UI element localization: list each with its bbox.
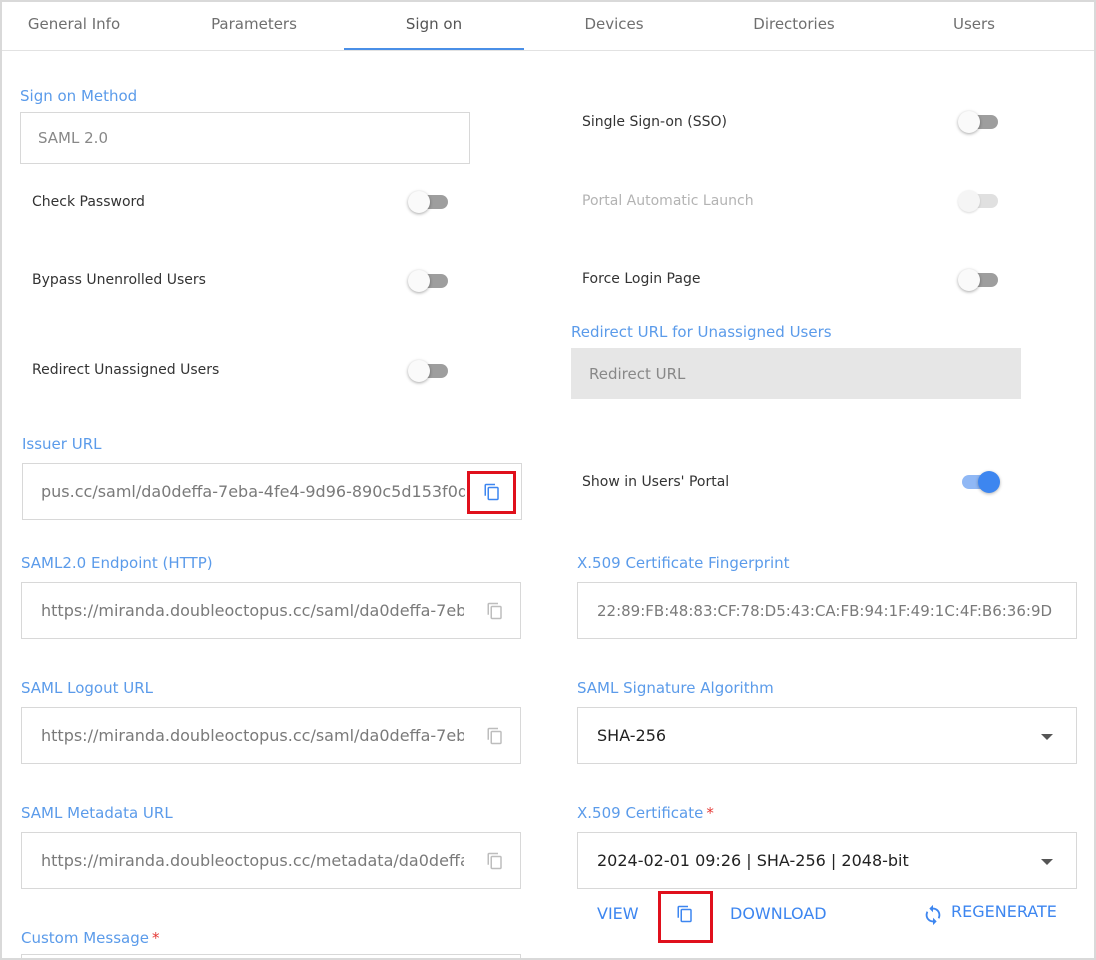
certificate-value: 2024-02-01 09:26 | SHA-256 | 2048-bit (597, 851, 909, 870)
metadata-url-value: https://miranda.doubleoctopus.cc/metadat… (41, 851, 464, 870)
custom-message-label-text: Custom Message (21, 929, 149, 947)
chevron-down-icon (1041, 734, 1053, 740)
redirect-url-placeholder: Redirect URL (589, 364, 686, 383)
show-in-portal-toggle[interactable] (958, 470, 1000, 494)
saml-endpoint-field[interactable]: https://miranda.doubleoctopus.cc/saml/da… (21, 582, 521, 639)
show-in-portal-label: Show in Users' Portal (582, 474, 730, 490)
portal-auto-launch-label: Portal Automatic Launch (582, 193, 754, 209)
redirect-url-field[interactable]: Redirect URL (571, 348, 1021, 399)
redirect-unassigned-label: Redirect Unassigned Users (32, 362, 220, 378)
bypass-unenrolled-toggle[interactable] (408, 269, 450, 293)
metadata-url-label: SAML Metadata URL (21, 804, 173, 822)
fingerprint-value: 22:89:FB:48:83:CF:78:D5:43:CA:FB:94:1F:4… (597, 601, 1053, 620)
sign-on-method-label: Sign on Method (20, 87, 138, 105)
required-mark: * (706, 804, 714, 822)
issuer-copy-highlight (467, 471, 516, 514)
logout-url-field[interactable]: https://miranda.doubleoctopus.cc/saml/da… (21, 707, 521, 764)
fingerprint-label: X.509 Certificate Fingerprint (577, 554, 790, 572)
tab-users[interactable]: Users (884, 2, 1064, 50)
regenerate-button[interactable]: REGENERATE (922, 902, 1062, 926)
certificate-label-text: X.509 Certificate (577, 804, 704, 822)
saml-endpoint-copy-icon[interactable] (486, 602, 504, 620)
logout-url-label: SAML Logout URL (21, 679, 154, 697)
tab-parameters[interactable]: Parameters (164, 2, 344, 50)
redirect-unassigned-toggle[interactable] (408, 359, 450, 383)
metadata-url-copy-icon[interactable] (486, 852, 504, 870)
download-button[interactable]: DOWNLOAD (730, 904, 827, 923)
certificate-copy-highlight (658, 891, 713, 943)
metadata-url-field[interactable]: https://miranda.doubleoctopus.cc/metadat… (21, 832, 521, 889)
tab-general-info[interactable]: General Info (2, 2, 164, 50)
force-login-label: Force Login Page (582, 271, 701, 287)
redirect-url-label: Redirect URL for Unassigned Users (571, 323, 832, 341)
bypass-unenrolled-label: Bypass Unenrolled Users (32, 272, 206, 288)
sign-on-method-field[interactable]: SAML 2.0 (20, 112, 470, 164)
fingerprint-field[interactable]: 22:89:FB:48:83:CF:78:D5:43:CA:FB:94:1F:4… (577, 582, 1077, 639)
issuer-url-label: Issuer URL (22, 435, 102, 453)
sso-label: Single Sign-on (SSO) (582, 114, 727, 130)
signature-algorithm-value: SHA-256 (597, 726, 667, 745)
tab-directories[interactable]: Directories (704, 2, 884, 50)
logout-url-value: https://miranda.doubleoctopus.cc/saml/da… (41, 726, 464, 745)
signature-algorithm-select[interactable]: SHA-256 (577, 707, 1077, 764)
saml-endpoint-value: https://miranda.doubleoctopus.cc/saml/da… (41, 601, 464, 620)
check-password-label: Check Password (32, 194, 145, 210)
regenerate-label: REGENERATE (951, 902, 1057, 921)
chevron-down-icon (1041, 859, 1053, 865)
tab-sign-on[interactable]: Sign on (344, 2, 524, 50)
certificate-label: X.509 Certificate * (577, 804, 714, 822)
portal-auto-launch-toggle (958, 189, 1000, 213)
custom-message-field[interactable] (21, 954, 521, 958)
refresh-icon (922, 904, 944, 926)
tab-bar: General Info Parameters Sign on Devices … (2, 2, 1094, 51)
issuer-url-value: pus.cc/saml/da0deffa-7eba-4fe4-9d96-890c… (41, 482, 465, 501)
tab-devices[interactable]: Devices (524, 2, 704, 50)
app-frame: General Info Parameters Sign on Devices … (0, 0, 1096, 960)
sign-on-method-value: SAML 2.0 (38, 129, 108, 147)
certificate-select[interactable]: 2024-02-01 09:26 | SHA-256 | 2048-bit (577, 832, 1077, 889)
check-password-toggle[interactable] (408, 190, 450, 214)
saml-endpoint-label: SAML2.0 Endpoint (HTTP) (21, 554, 213, 572)
logout-url-copy-icon[interactable] (486, 727, 504, 745)
signature-algorithm-label: SAML Signature Algorithm (577, 679, 774, 697)
required-mark: * (151, 929, 160, 947)
custom-message-label: Custom Message * (21, 929, 159, 947)
sso-toggle[interactable] (958, 110, 1000, 134)
force-login-toggle[interactable] (958, 268, 1000, 292)
issuer-url-field[interactable]: pus.cc/saml/da0deffa-7eba-4fe4-9d96-890c… (22, 463, 522, 520)
view-button[interactable]: VIEW (597, 904, 639, 923)
